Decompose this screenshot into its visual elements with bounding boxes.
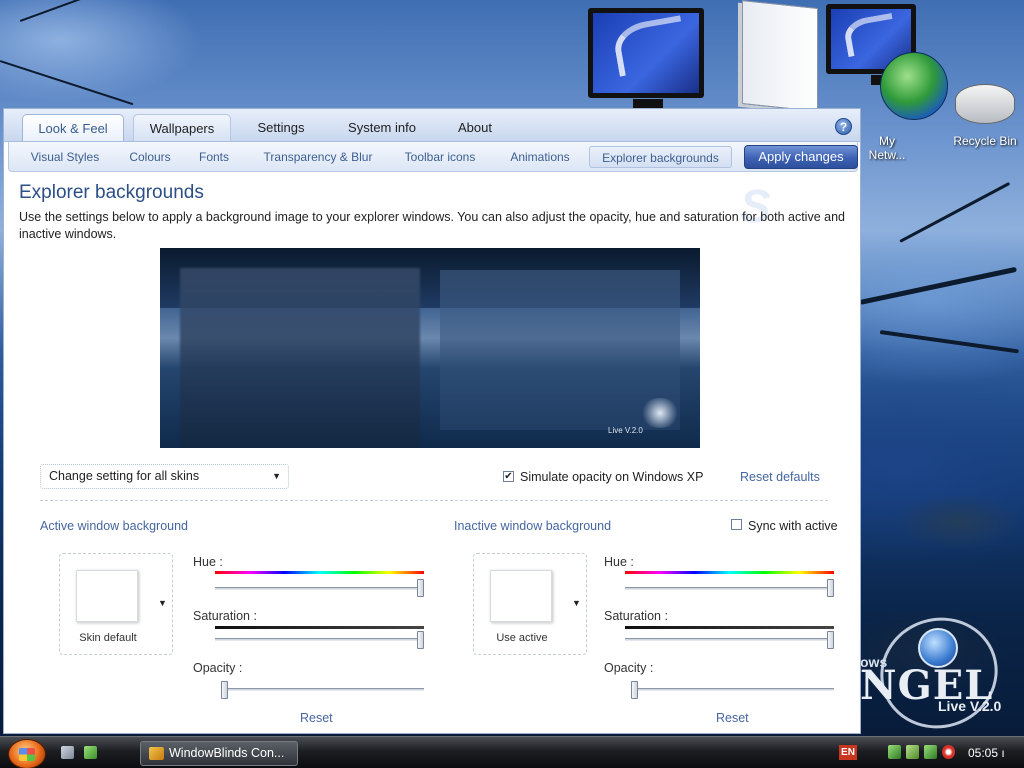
- inactive-opacity-thumb[interactable]: [631, 681, 638, 699]
- tab-about[interactable]: About: [444, 114, 506, 141]
- apply-changes-button[interactable]: Apply changes: [744, 145, 858, 169]
- subtab-colours[interactable]: Colours: [120, 146, 180, 168]
- windowblinds-config-window: Look & Feel Wallpapers Settings System i…: [3, 108, 861, 734]
- inactive-saturation-slider[interactable]: [625, 638, 834, 641]
- preview-version-text: Live V.2.0: [608, 426, 643, 435]
- inactive-hue-slider[interactable]: [625, 587, 834, 590]
- chevron-down-icon[interactable]: ▼: [572, 598, 581, 608]
- active-background-picker[interactable]: ▼ Skin default: [59, 553, 173, 655]
- desktop-icon-computer[interactable]: [588, 8, 704, 109]
- security-shield-icon[interactable]: [942, 745, 955, 759]
- inactive-background-swatch: [490, 570, 552, 622]
- background-preview-image: Live V.2.0: [160, 248, 700, 448]
- help-icon[interactable]: ?: [835, 118, 852, 135]
- active-opacity-thumb[interactable]: [221, 681, 228, 699]
- taskbar-clock[interactable]: 05:05 ı: [968, 746, 1005, 760]
- reset-defaults-link[interactable]: Reset defaults: [740, 470, 820, 484]
- taskbar: WindowBlinds Con... EN 05:05 ı: [0, 736, 1024, 768]
- desktop-icon-documents[interactable]: [742, 0, 818, 112]
- active-hue-thumb[interactable]: [417, 579, 424, 597]
- skin-scope-value: Change setting for all skins: [49, 469, 200, 483]
- taskbar-window-label: WindowBlinds Con...: [169, 746, 285, 760]
- inactive-background-picker[interactable]: ▼ Use active: [473, 553, 587, 655]
- tray-icon-1[interactable]: [888, 745, 901, 759]
- windowblinds-icon: [149, 747, 164, 760]
- active-hue-slider[interactable]: [215, 587, 424, 590]
- active-background-swatch: [76, 570, 138, 622]
- section-divider: [40, 500, 828, 501]
- page-title: Explorer backgrounds: [19, 182, 204, 203]
- active-saturation-label: Saturation :: [193, 609, 257, 623]
- chevron-down-icon: ▼: [272, 471, 281, 481]
- desktop-icon-label: My Netw...: [868, 134, 906, 162]
- active-hue-gradient: [215, 571, 424, 574]
- tab-system-info[interactable]: System info: [334, 114, 430, 141]
- active-opacity-slider[interactable]: [221, 688, 424, 691]
- page-description: Use the settings below to apply a backgr…: [19, 210, 845, 241]
- simulate-opacity-label[interactable]: Simulate opacity on Windows XP: [520, 470, 703, 484]
- show-desktop-icon[interactable]: [61, 746, 74, 759]
- tray-icon-2[interactable]: [906, 745, 919, 759]
- quick-launch-icon[interactable]: [84, 746, 97, 759]
- active-saturation-gradient: [215, 626, 424, 629]
- desktop-icon-label: Recycle Bin: [953, 134, 1017, 148]
- subtab-animations[interactable]: Animations: [499, 146, 581, 168]
- inactive-saturation-label: Saturation :: [604, 609, 668, 623]
- desktop-icon-recycle-bin[interactable]: Recycle Bin: [952, 84, 1018, 148]
- language-indicator[interactable]: EN: [839, 745, 857, 760]
- inactive-hue-gradient: [625, 571, 834, 574]
- inactive-opacity-slider[interactable]: [631, 688, 834, 691]
- desktop-icon-network[interactable]: My Netw...: [826, 4, 948, 162]
- inactive-section-label: Inactive window background: [454, 519, 612, 533]
- subtab-toolbar-icons[interactable]: Toolbar icons: [395, 146, 485, 168]
- computer-icon: [588, 8, 704, 109]
- active-reset-link[interactable]: Reset: [300, 711, 333, 725]
- skin-scope-dropdown[interactable]: Change setting for all skins ▼: [40, 464, 289, 489]
- tab-settings[interactable]: Settings: [243, 114, 319, 141]
- main-tab-bar: Look & Feel Wallpapers Settings System i…: [4, 109, 860, 142]
- brand-version: Live V.2.0: [938, 698, 1002, 714]
- sub-tab-bar: Visual Styles Colours Fonts Transparency…: [8, 142, 858, 172]
- tray-icon-3[interactable]: [924, 745, 937, 759]
- subtab-transparency-blur[interactable]: Transparency & Blur: [249, 146, 387, 168]
- brand-logo: ows NGEL Live V.2.0: [860, 602, 1024, 744]
- active-saturation-slider[interactable]: [215, 638, 424, 641]
- inactive-saturation-thumb[interactable]: [827, 631, 834, 649]
- start-button[interactable]: [8, 739, 46, 768]
- inactive-saturation-gradient: [625, 626, 834, 629]
- subtab-visual-styles[interactable]: Visual Styles: [21, 146, 109, 168]
- active-opacity-label: Opacity :: [193, 661, 243, 675]
- inactive-hue-thumb[interactable]: [827, 579, 834, 597]
- tab-wallpapers[interactable]: Wallpapers: [133, 114, 231, 141]
- active-section-label: Active window background: [40, 519, 188, 533]
- chevron-down-icon[interactable]: ▼: [158, 598, 167, 608]
- simulate-opacity-checkbox[interactable]: ✔: [503, 471, 514, 482]
- globe-icon: [880, 52, 948, 120]
- preview-glow: [640, 398, 680, 428]
- active-swatch-caption: Skin default: [79, 632, 137, 644]
- inactive-reset-link[interactable]: Reset: [716, 711, 749, 725]
- sync-with-active-checkbox[interactable]: [731, 519, 742, 530]
- active-saturation-thumb[interactable]: [417, 631, 424, 649]
- preview-active-window: [180, 268, 420, 448]
- active-hue-label: Hue :: [193, 555, 223, 569]
- inactive-hue-label: Hue :: [604, 555, 634, 569]
- documents-icon: [742, 0, 818, 112]
- subtab-fonts[interactable]: Fonts: [192, 146, 236, 168]
- inactive-opacity-label: Opacity :: [604, 661, 654, 675]
- sync-with-active-label[interactable]: Sync with active: [748, 519, 838, 533]
- tab-look-and-feel[interactable]: Look & Feel: [22, 114, 124, 141]
- taskbar-window-button[interactable]: WindowBlinds Con...: [140, 741, 298, 766]
- inactive-swatch-caption: Use active: [496, 632, 548, 644]
- recycle-bin-icon: [955, 84, 1015, 124]
- subtab-explorer-backgrounds[interactable]: Explorer backgrounds: [589, 146, 732, 168]
